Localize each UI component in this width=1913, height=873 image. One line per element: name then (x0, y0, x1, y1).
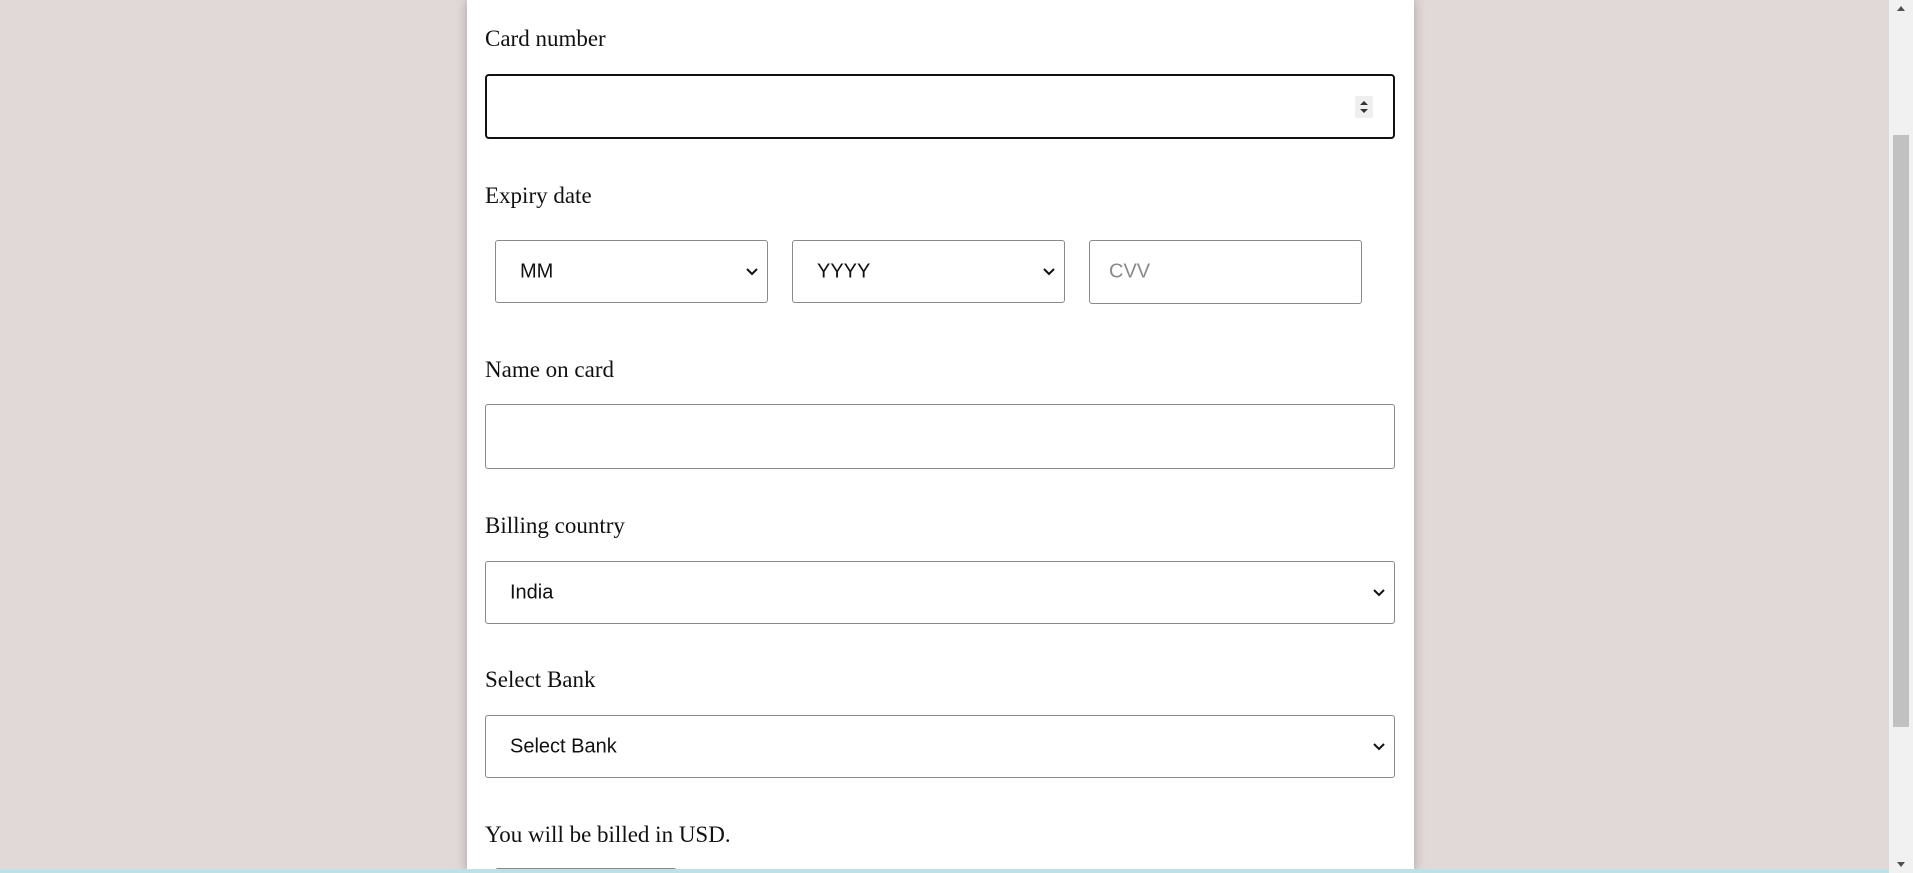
billing-country-label: Billing country (485, 513, 625, 538)
billing-country-value: India (510, 581, 554, 603)
bank-select[interactable]: Select Bank (485, 715, 1395, 778)
bottom-strip (0, 869, 1889, 873)
billing-currency-note: You will be billed in USD. (485, 822, 731, 847)
expiry-month-select[interactable]: MM (495, 240, 768, 303)
name-on-card-input[interactable] (485, 404, 1395, 469)
cvv-placeholder: CVV (1109, 260, 1151, 283)
billing-country-select[interactable]: India (485, 561, 1395, 624)
scroll-down-arrow-icon[interactable] (1896, 861, 1906, 869)
expiry-date-label: Expiry date (485, 183, 592, 208)
card-number-label: Card number (485, 26, 606, 51)
expiry-year-select[interactable]: YYYY (792, 240, 1065, 303)
chevron-down-icon (1043, 267, 1055, 275)
chevron-down-icon (1373, 742, 1385, 750)
scrollbar-thumb[interactable] (1893, 135, 1909, 727)
expiry-year-value: YYYY (817, 260, 871, 282)
card-number-input[interactable] (485, 74, 1395, 139)
vertical-scrollbar[interactable] (1889, 0, 1913, 873)
bank-select-value: Select Bank (510, 735, 617, 757)
scroll-up-arrow-icon[interactable] (1896, 4, 1906, 12)
page: Card number Expiry date MM YYYY CVV Name… (0, 0, 1913, 873)
chevron-down-icon (1373, 588, 1385, 596)
expiry-month-value: MM (520, 260, 554, 282)
chevron-down-icon (746, 267, 758, 275)
cvv-input[interactable]: CVV (1089, 240, 1362, 304)
payment-form-panel: Card number Expiry date MM YYYY CVV Name… (467, 0, 1414, 873)
name-on-card-label: Name on card (485, 357, 614, 382)
number-spinner-icon[interactable] (1355, 95, 1373, 118)
select-bank-label: Select Bank (485, 667, 596, 692)
